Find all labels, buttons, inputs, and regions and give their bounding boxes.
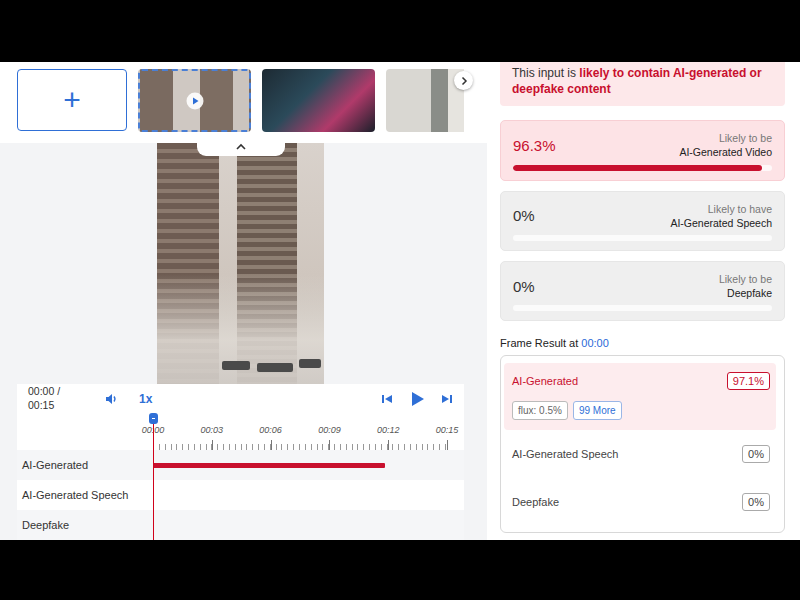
collapse-chevron-icon[interactable] (197, 137, 285, 156)
tick-label: 00:15 (436, 425, 459, 435)
video-viewer (0, 143, 487, 384)
frame-result-value: 97.1% (727, 372, 770, 390)
frame-result-card: AI-Generated97.1%flux: 0.5%99 MoreAI-Gen… (500, 355, 785, 533)
score-value: 96.3% (513, 137, 556, 154)
media-thumbnail[interactable] (386, 69, 464, 132)
score-caption: Likely to haveAI-Generated Speech (670, 202, 772, 230)
model-tags: flux: 0.5% 99 More (512, 401, 770, 420)
player-controls: 00:00 / 00:15 1x (17, 384, 464, 413)
thumbnail-list: + (17, 62, 464, 143)
row-track (153, 480, 447, 510)
ruler-spacer (17, 413, 153, 450)
model-tag[interactable]: flux: 0.5% (512, 401, 568, 420)
minor-ticks (153, 444, 447, 450)
speed-button[interactable]: 1x (139, 392, 152, 406)
detector-page: + 00:00 / 00:15 1x 00:00 00:03 00:06 00:09 00… (0, 62, 800, 540)
play-icon[interactable] (186, 92, 204, 110)
score-header: 0% Likely to beDeepfake (513, 272, 772, 300)
frame-result-row: Deepfake 0% (504, 478, 776, 526)
timeline-rows: AI-GeneratedAI-Generated SpeechDeepfake (17, 450, 464, 540)
score-card: 0% Likely to haveAI-Generated Speech (500, 191, 785, 251)
frame-result-label: Frame Result at (500, 337, 581, 349)
frame-result-label: AI-Generated (512, 375, 578, 387)
timeline: 00:0000:0300:0600:0900:1200:15AI-Generat… (17, 413, 464, 540)
time-display: 00:00 / 00:15 (28, 385, 78, 411)
caption-main: AI-Generated Speech (670, 216, 772, 230)
score-track (513, 305, 772, 311)
caption-top: Likely to have (670, 202, 772, 216)
add-media-button[interactable]: + (17, 69, 127, 131)
score-caption: Likely to beDeepfake (719, 272, 772, 300)
score-card: 0% Likely to beDeepfake (500, 261, 785, 321)
score-track (513, 165, 772, 171)
frame-result-label: AI-Generated Speech (512, 448, 618, 460)
timeline-ruler: 00:0000:0300:0600:0900:1200:15 (17, 413, 464, 450)
major-tick (212, 440, 213, 450)
media-panel: + 00:00 / 00:151x 00:0000:0300:0600:0900… (0, 62, 487, 540)
row-label: AI-Generated (17, 450, 153, 480)
volume-icon[interactable] (104, 392, 118, 406)
tick-label: 00:12 (377, 425, 400, 435)
frame-result-row: AI-Generated Speech 0% (504, 430, 776, 478)
row-track (153, 450, 447, 480)
score-header: 96.3% Likely to beAI-Generated Video (513, 131, 772, 159)
frame-result-row: AI-Generated 97.1% flux: 0.5% 99 More (504, 363, 776, 430)
timeline-row: Deepfake (17, 510, 464, 540)
results-panel: This input is likely to contain AI-gener… (487, 62, 800, 540)
caption-top: Likely to be (679, 131, 772, 145)
score-card: 96.3% Likely to beAI-Generated Video (500, 120, 785, 180)
playhead[interactable] (153, 413, 154, 540)
media-thumbnail[interactable] (262, 69, 375, 132)
caption-top: Likely to be (719, 272, 772, 286)
score-value: 0% (513, 278, 535, 295)
frame-result-line: Deepfake 0% (512, 493, 770, 511)
row-label: AI-Generated Speech (17, 480, 153, 510)
frame-result-value: 0% (742, 493, 770, 511)
top-letterbox (0, 0, 800, 62)
skip-back-icon[interactable] (380, 392, 394, 406)
major-tick (388, 440, 389, 450)
thumbnail-strip: + (0, 62, 487, 143)
tick-label: 00:06 (259, 425, 282, 435)
timeline-row: AI-Generated Speech (17, 480, 464, 510)
timeline-row: AI-Generated (17, 450, 464, 480)
more-link[interactable]: 99 More (573, 401, 622, 420)
frame-result-value: 0% (742, 445, 770, 463)
row-label: Deepfake (17, 510, 153, 540)
frame-result-title: Frame Result at 00:00 (500, 337, 785, 349)
result-alert: This input is likely to contain AI-gener… (500, 62, 785, 106)
skip-forward-icon[interactable] (440, 392, 454, 406)
frame-result-time[interactable]: 00:00 (581, 337, 609, 349)
caption-main: Deepfake (719, 286, 772, 300)
score-header: 0% Likely to haveAI-Generated Speech (513, 202, 772, 230)
frame-result-line: AI-Generated Speech 0% (512, 445, 770, 463)
video-frame (157, 143, 324, 384)
score-track (513, 235, 772, 241)
tick-label: 00:03 (201, 425, 224, 435)
row-track (153, 510, 447, 540)
play-icon[interactable] (408, 390, 426, 408)
score-caption: Likely to beAI-Generated Video (679, 131, 772, 159)
major-tick (329, 440, 330, 450)
detection-bar (153, 463, 385, 468)
major-tick (447, 440, 448, 450)
playhead-handle[interactable] (149, 413, 158, 424)
score-value: 0% (513, 207, 535, 224)
tick-label: 00:09 (318, 425, 341, 435)
ruler-track: 00:0000:0300:0600:0900:1200:15 (153, 413, 447, 450)
frame-result-line: AI-Generated 97.1% (512, 372, 770, 390)
score-fill (513, 165, 762, 171)
media-thumbnail[interactable] (138, 69, 251, 132)
frame-result-label: Deepfake (512, 496, 559, 508)
major-tick (271, 440, 272, 450)
next-arrow-icon[interactable] (454, 71, 473, 90)
alert-prefix: This input is (512, 66, 579, 80)
bottom-letterbox (0, 540, 800, 600)
caption-main: AI-Generated Video (679, 145, 772, 159)
